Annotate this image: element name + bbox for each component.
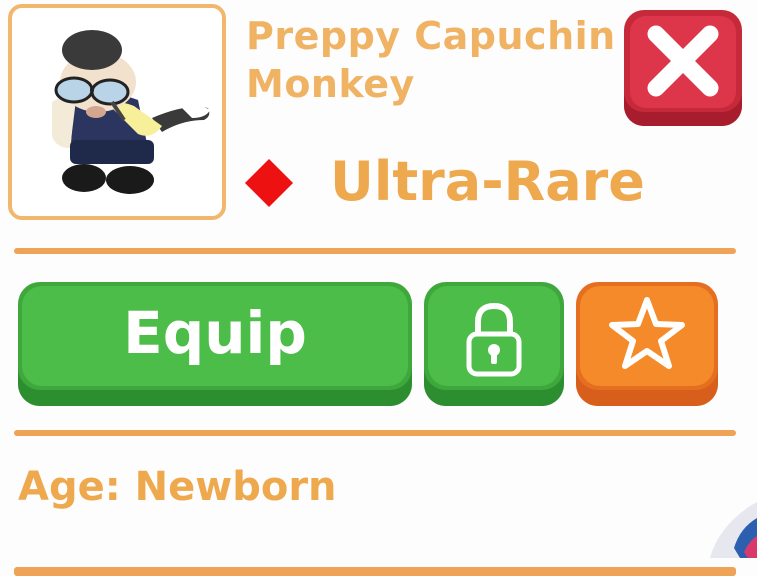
rarity-label: Ultra-Rare xyxy=(330,150,645,213)
pet-portrait-frame xyxy=(8,4,226,220)
equip-button[interactable]: Equip xyxy=(18,282,412,406)
close-button[interactable] xyxy=(624,10,742,126)
divider-top xyxy=(14,248,736,254)
close-x-icon xyxy=(647,25,719,97)
pet-name: Preppy Capuchin Monkey xyxy=(246,14,616,106)
pet-info-panel: Preppy Capuchin Monkey Ultra-Rare Equip … xyxy=(0,0,757,576)
rarity-diamond-icon xyxy=(244,158,294,208)
page-curl-icon xyxy=(710,502,757,558)
padlock-icon xyxy=(466,302,522,377)
divider-bottom xyxy=(14,567,736,576)
star-icon xyxy=(609,297,685,369)
capuchin-monkey-pet-icon xyxy=(52,30,210,194)
equip-button-label: Equip xyxy=(123,299,307,367)
age-label: Age: Newborn xyxy=(18,464,337,510)
divider-middle xyxy=(14,430,736,436)
favorite-button[interactable] xyxy=(576,282,718,406)
lock-button[interactable] xyxy=(424,282,564,406)
